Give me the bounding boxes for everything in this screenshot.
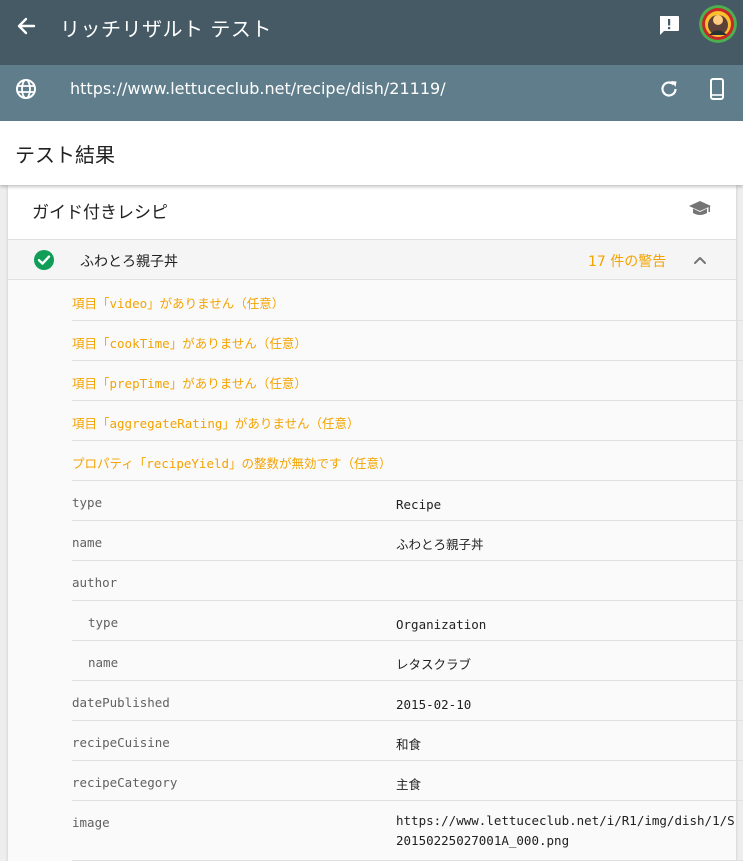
property-value: レタスクラブ (396, 657, 472, 672)
warning-item[interactable]: 項目「prepTime」がありません（任意） (72, 361, 743, 401)
recipe-item-row[interactable]: ふわとろ親子丼 17 件の警告 (8, 240, 736, 280)
property-value: ふわとろ親子丼 (396, 537, 484, 552)
property-row: type Recipe (72, 481, 743, 521)
property-row: recipeCategory 主食 (72, 761, 743, 801)
property-value: https://www.lettuceclub.net/i/R1/img/dis… (396, 813, 735, 848)
property-value: 和食 (396, 737, 422, 752)
mobile-device-icon (710, 78, 724, 100)
property-row: author (72, 561, 743, 601)
check-circle-icon (34, 250, 54, 270)
property-row-nested: name レタスクラブ (72, 641, 743, 681)
warning-item[interactable]: 項目「cookTime」がありません（任意） (72, 321, 743, 361)
back-button[interactable] (12, 13, 42, 39)
results-header: テスト結果 (0, 121, 743, 185)
warning-count: 17 件の警告 (588, 254, 667, 270)
property-row: datePublished 2015-02-10 (72, 681, 743, 721)
chevron-up-icon[interactable] (690, 250, 710, 270)
card-header: ガイド付きレシピ (8, 185, 736, 240)
avatar[interactable] (699, 5, 737, 43)
property-key: type (72, 495, 103, 510)
url-bar: https://www.lettuceclub.net/recipe/dish/… (0, 65, 743, 113)
warning-item[interactable]: 項目「video」がありません（任意） (72, 281, 743, 321)
card-title: ガイド付きレシピ (32, 203, 168, 223)
property-key: recipeCuisine (72, 735, 170, 750)
item-name: ふわとろ親子丼 (80, 254, 178, 270)
warning-item[interactable]: 項目「aggregateRating」がありません（任意） (72, 401, 743, 441)
feedback-button[interactable] (656, 13, 682, 39)
warning-item[interactable]: プロパティ「recipeYield」の整数が無効です（任意） (72, 441, 743, 481)
app-bar: リッチリザルト テスト (0, 0, 743, 65)
graduation-cap-icon[interactable] (688, 197, 712, 221)
header-divider (0, 113, 743, 121)
back-arrow-icon (17, 17, 36, 35)
property-key: image (72, 815, 110, 830)
property-key: recipeCategory (72, 775, 178, 790)
property-row: image https://www.lettuceclub.net/i/R1/i… (72, 801, 743, 861)
app-title: リッチリザルト テスト (60, 17, 272, 41)
results-title: テスト結果 (15, 143, 115, 167)
property-row: recipeCuisine 和食 (72, 721, 743, 761)
property-value: Recipe (396, 497, 442, 512)
globe-icon (16, 79, 36, 99)
feedback-icon (660, 16, 679, 35)
url-input[interactable]: https://www.lettuceclub.net/recipe/dish/… (70, 79, 446, 98)
property-value: 2015-02-10 (396, 697, 472, 712)
property-row-nested: type Organization (72, 601, 743, 641)
property-value: Organization (396, 617, 487, 632)
property-key: name (88, 655, 119, 670)
user-avatar-icon (699, 5, 737, 43)
reload-button[interactable] (657, 77, 681, 101)
mobile-device-toggle[interactable] (705, 77, 729, 101)
property-key: datePublished (72, 695, 170, 710)
reload-icon (661, 81, 677, 97)
property-key: author (72, 575, 118, 590)
property-row: name ふわとろ親子丼 (72, 521, 743, 561)
property-key: name (72, 535, 103, 550)
property-value: 主食 (396, 777, 422, 792)
property-key: type (88, 615, 119, 630)
